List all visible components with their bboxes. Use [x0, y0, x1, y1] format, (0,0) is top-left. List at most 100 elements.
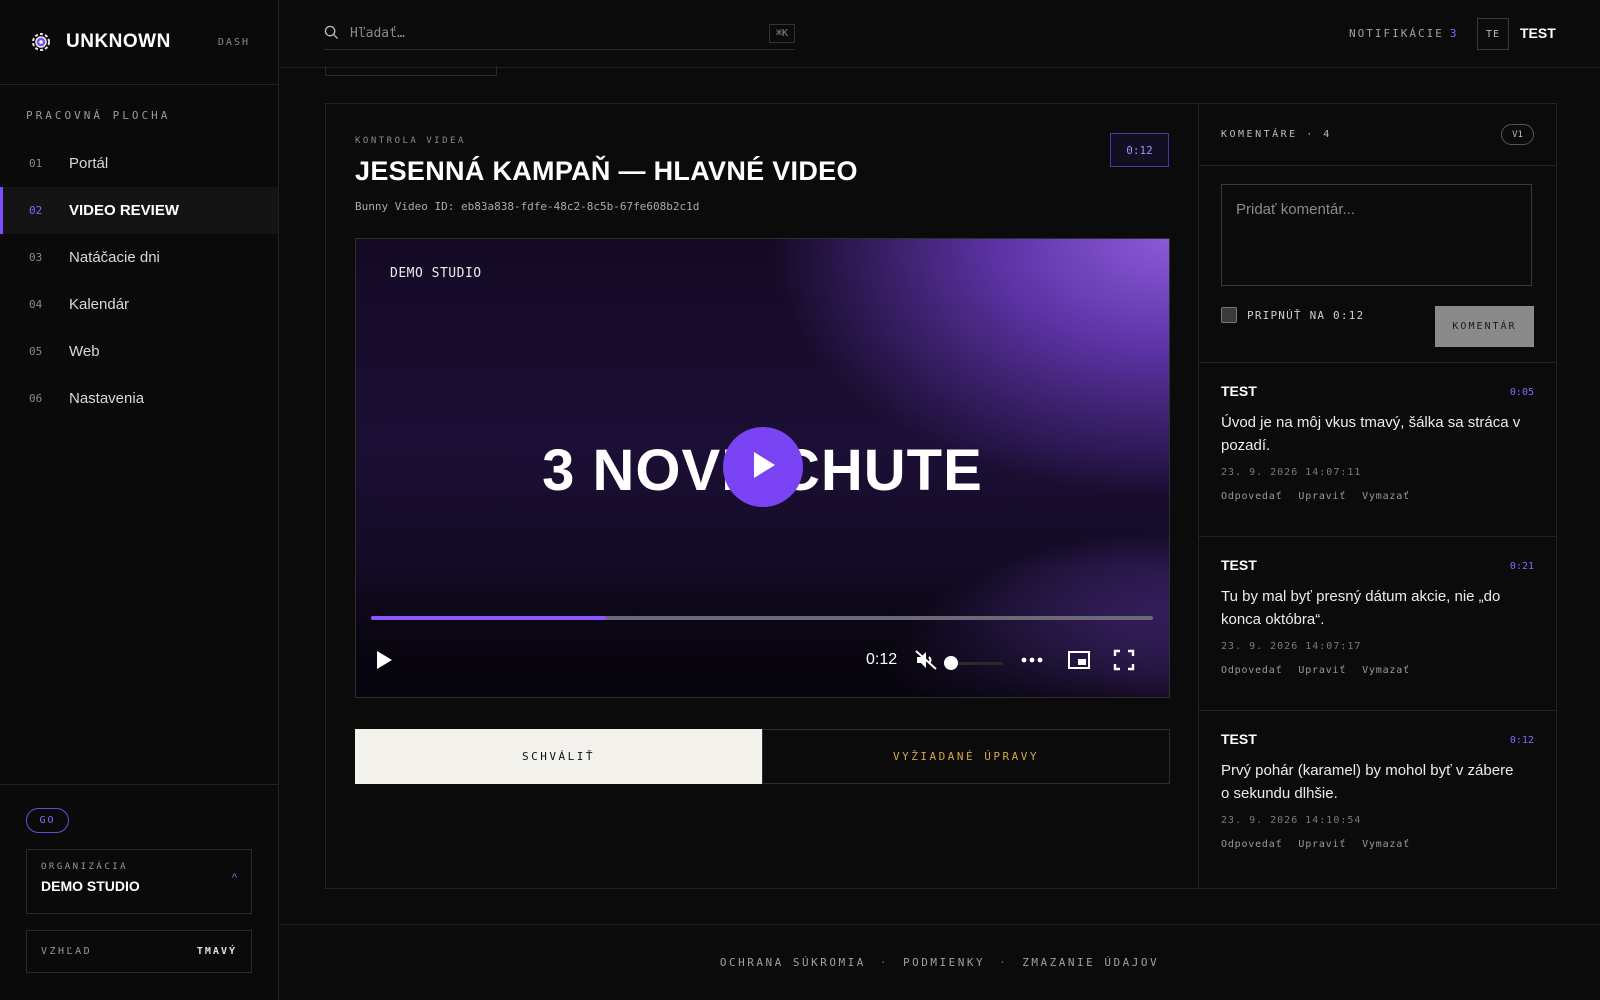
edit-link[interactable]: Upraviť	[1298, 839, 1346, 850]
video-id: Bunny Video ID: eb83a838-fdfe-48c2-8c5b-…	[355, 200, 700, 213]
chevron-up-icon: ^	[231, 872, 237, 884]
delete-link[interactable]: Vymazať	[1362, 839, 1410, 850]
progress-bar[interactable]	[371, 616, 1153, 620]
fullscreen-button[interactable]	[1113, 649, 1135, 676]
current-time-badge: 0:12	[1110, 133, 1169, 167]
volume-muted-icon	[914, 649, 938, 676]
sidebar-item-video-review[interactable]: 02 VIDEO REVIEW	[0, 187, 278, 234]
player-time: 0:12	[866, 651, 898, 668]
volume-slider[interactable]	[953, 662, 1003, 665]
more-dots-icon	[1020, 649, 1044, 676]
search-icon	[324, 25, 340, 41]
sidebar-item-settings[interactable]: 06 Nastavenia	[0, 375, 278, 422]
comment-date: 23. 9. 2026 14:07:17	[1221, 641, 1362, 652]
edit-link[interactable]: Upraviť	[1298, 491, 1346, 502]
comment-item: TEST 0:05 Úvod je na môj vkus tmavý, šál…	[1199, 363, 1556, 537]
pip-button[interactable]	[1067, 649, 1091, 676]
footer-separator: ·	[879, 956, 889, 969]
comment-actions: Odpovedať Upraviť Vymazať	[1221, 665, 1534, 676]
terms-link[interactable]: PODMIENKY	[903, 956, 985, 969]
edit-link[interactable]: Upraviť	[1298, 665, 1346, 676]
play-icon	[748, 449, 778, 486]
sidebar-item-label: VIDEO REVIEW	[69, 202, 180, 219]
reply-link[interactable]: Odpovedať	[1221, 491, 1282, 502]
volume-knob[interactable]	[944, 656, 958, 670]
sidebar-item-label: Natáčacie dni	[69, 249, 160, 266]
sidebar-item-calendar[interactable]: 04 Kalendár	[0, 281, 278, 328]
approve-button[interactable]: SCHVÁLIŤ	[355, 729, 762, 784]
delete-data-link[interactable]: ZMAZANIE ÚDAJOV	[1022, 956, 1159, 969]
comment-text: Tu by mal byť presný dátum akcie, nie „d…	[1221, 588, 1501, 628]
sidebar-item-label: Web	[69, 343, 100, 360]
organization-switcher[interactable]: ORGANIZÁCIA DEMO STUDIO ^	[26, 849, 252, 914]
play-button[interactable]	[374, 649, 394, 676]
privacy-link[interactable]: OCHRANA SÚKROMIA	[720, 956, 866, 969]
sidebar-item-label: Kalendár	[69, 296, 130, 313]
sidebar-item-web[interactable]: 05 Web	[0, 328, 278, 375]
sidebar-item-number: 01	[29, 157, 43, 170]
theme-label: VZHĽAD	[41, 946, 93, 957]
comment-actions: Odpovedať Upraviť Vymazať	[1221, 491, 1534, 502]
search-shortcut: ⌘K	[768, 23, 795, 43]
sidebar-section-label: PRACOVNÁ PLOCHA	[26, 109, 171, 122]
sidebar-item-number: 05	[29, 345, 43, 358]
sidebar-item-label: Portál	[69, 155, 109, 172]
mute-button[interactable]	[914, 649, 938, 676]
reply-link[interactable]: Odpovedať	[1221, 665, 1282, 676]
section-eyebrow: KONTROLA VIDEA	[355, 136, 466, 146]
delete-link[interactable]: Vymazať	[1362, 665, 1410, 676]
comment-date: 23. 9. 2026 14:10:54	[1221, 815, 1362, 826]
fullscreen-icon	[1113, 649, 1135, 676]
pin-label: PRIPNÚŤ NA 0:12	[1247, 308, 1365, 322]
search-input[interactable]	[350, 25, 730, 41]
progress-fill	[371, 616, 606, 620]
request-changes-button[interactable]: VYŽIADANÉ ÚPRAVY	[762, 729, 1170, 784]
notifications-count: 3	[1449, 27, 1459, 40]
go-badge[interactable]: GO	[26, 808, 69, 833]
comments-panel: KOMENTÁRE · 4 V1 PRIPNÚŤ NA 0:12 KOMENTÁ…	[1199, 104, 1556, 888]
more-options-button[interactable]	[1020, 649, 1044, 676]
comment-text: Prvý pohár (karamel) by mohol byť v zábe…	[1221, 762, 1514, 802]
footer-separator: ·	[999, 956, 1009, 969]
sidebar-item-shooting-days[interactable]: 03 Natáčacie dni	[0, 234, 278, 281]
delete-link[interactable]: Vymazať	[1362, 491, 1410, 502]
comment-item: TEST 0:12 Prvý pohár (karamel) by mohol …	[1199, 711, 1556, 885]
comment-timestamp-link[interactable]: 0:12	[1510, 735, 1534, 746]
play-icon	[374, 649, 394, 676]
sidebar-item-portal[interactable]: 01 Portál	[0, 140, 278, 187]
search-bar: ⌘K	[324, 17, 795, 50]
top-header: ⌘K NOTIFIKÁCIE 3 TE TEST	[279, 0, 1600, 68]
comment-text: Úvod je na môj vkus tmavý, šálka sa strá…	[1221, 414, 1521, 454]
avatar[interactable]: TE	[1477, 18, 1509, 50]
brand-name: UNKNOWN	[66, 31, 171, 52]
review-actions: SCHVÁLIŤ VYŽIADANÉ ÚPRAVY	[355, 729, 1170, 784]
comment-date: 23. 9. 2026 14:07:11	[1221, 467, 1362, 478]
sidebar-item-label: Nastavenia	[69, 390, 145, 407]
version-badge[interactable]: V1	[1501, 124, 1534, 145]
video-studio-overlay: DEMO STUDIO	[390, 266, 482, 281]
sidebar: UNKNOWN DASH PRACOVNÁ PLOCHA 01 Portál 0…	[0, 0, 279, 1000]
theme-toggle[interactable]: VZHĽAD TMAVÝ	[26, 930, 252, 973]
comment-composer: PRIPNÚŤ NA 0:12 KOMENTÁR	[1199, 166, 1556, 363]
footer: OCHRANA SÚKROMIA · PODMIENKY · ZMAZANIE …	[279, 924, 1600, 1000]
comments-title: KOMENTÁRE · 4	[1221, 129, 1332, 140]
video-player[interactable]: DEMO STUDIO 3 NOVÉ CHUTE 0:12	[355, 238, 1170, 698]
sidebar-nav: 01 Portál 02 VIDEO REVIEW 03 Natáčacie d…	[0, 140, 278, 422]
sidebar-item-number: 04	[29, 298, 43, 311]
pin-to-time-option[interactable]: PRIPNÚŤ NA 0:12	[1221, 307, 1364, 323]
comment-timestamp-link[interactable]: 0:21	[1510, 561, 1534, 572]
comment-timestamp-link[interactable]: 0:05	[1510, 387, 1534, 398]
reply-link[interactable]: Odpovedať	[1221, 839, 1282, 850]
organization-label: ORGANIZÁCIA	[41, 862, 129, 872]
user-name[interactable]: TEST	[1520, 25, 1556, 41]
comment-item: TEST 0:21 Tu by mal byť presný dátum akc…	[1199, 537, 1556, 711]
notifications-link[interactable]: NOTIFIKÁCIE 3	[1349, 27, 1458, 40]
comments-header: KOMENTÁRE · 4 V1	[1199, 104, 1556, 166]
comment-author: TEST	[1221, 557, 1257, 573]
pin-checkbox[interactable]	[1221, 307, 1237, 323]
comment-input[interactable]	[1221, 184, 1532, 286]
play-overlay-button[interactable]	[723, 427, 803, 507]
picture-in-picture-icon	[1067, 649, 1091, 676]
submit-comment-button[interactable]: KOMENTÁR	[1435, 306, 1534, 347]
review-panel: KONTROLA VIDEA JESENNÁ KAMPAŇ — HLAVNÉ V…	[325, 103, 1557, 889]
